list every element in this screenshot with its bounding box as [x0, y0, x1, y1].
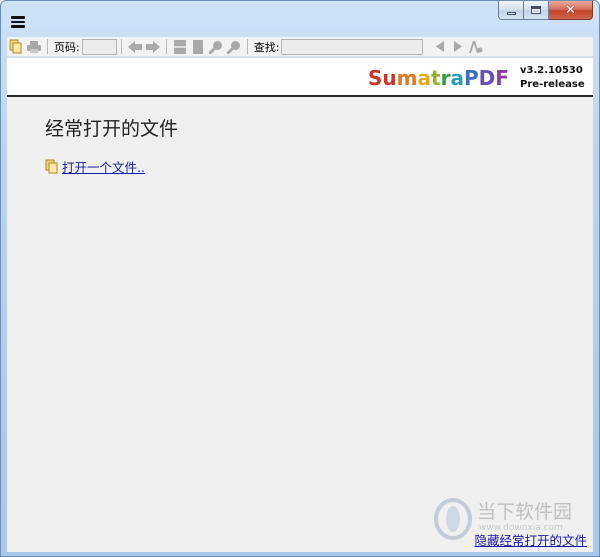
open-folder-icon: [9, 39, 22, 54]
arrow-right-icon: [145, 40, 160, 53]
match-case-icon: [469, 40, 483, 53]
maximize-icon: [531, 6, 541, 14]
start-page: SumatraPDF v3.2.10530 Pre-release 经常打开的文…: [7, 58, 593, 552]
logo-letter: u: [382, 66, 397, 90]
title-bar[interactable]: ✕: [1, 1, 599, 31]
close-button[interactable]: ✕: [549, 1, 593, 20]
fit-page-icon: [173, 39, 186, 54]
watermark-url: www.downxia.com: [479, 523, 563, 533]
page-label: 页码:: [54, 40, 80, 54]
find-previous-button[interactable]: [431, 38, 449, 56]
fit-page-button[interactable]: [171, 38, 189, 56]
window-controls: ✕: [498, 1, 593, 20]
zoom-out-icon: [208, 40, 222, 54]
hamburger-menu-icon[interactable]: [11, 16, 25, 28]
logo-letter: t: [431, 66, 441, 90]
version-number: v3.2.10530: [520, 65, 583, 76]
toolbar-separator: [47, 39, 48, 54]
print-button[interactable]: [25, 38, 43, 56]
version-info: v3.2.10530 Pre-release: [520, 64, 585, 92]
previous-page-button[interactable]: [126, 38, 144, 56]
sumatrapdf-logo: SumatraPDF: [368, 66, 509, 90]
arrow-left-icon: [127, 40, 142, 53]
open-file-link[interactable]: 打开一个文件..: [45, 157, 145, 176]
logo-letter: D: [478, 66, 496, 90]
logo-letter: P: [463, 66, 479, 90]
open-document-icon: [45, 159, 58, 174]
release-channel: Pre-release: [520, 79, 585, 90]
toolbar-separator: [120, 39, 122, 54]
app-window: ✕ 页码: 查找: SumatraPDF v3.2.10530 Pre-rele…: [0, 0, 600, 557]
toolbar-separator: [165, 39, 167, 54]
minimize-button[interactable]: [498, 1, 524, 20]
toolbar-separator: [246, 39, 248, 54]
triangle-left-icon: [436, 41, 445, 52]
zoom-in-icon: [226, 40, 240, 54]
match-case-button[interactable]: [467, 38, 485, 56]
find-input[interactable]: [281, 38, 424, 55]
logo-letter: S: [368, 66, 383, 90]
zoom-out-button[interactable]: [207, 38, 225, 56]
zoom-in-button[interactable]: [225, 38, 243, 56]
next-page-button[interactable]: [144, 38, 162, 56]
close-icon: ✕: [565, 2, 576, 18]
watermark: 当下软件园 www.downxia.com: [433, 495, 583, 543]
logo-letter: m: [396, 66, 418, 90]
triangle-right-icon: [454, 41, 463, 52]
fit-width-icon: [192, 39, 203, 54]
page-title: 经常打开的文件: [45, 118, 179, 140]
watermark-text: 当下软件园: [477, 501, 573, 523]
maximize-button[interactable]: [524, 1, 549, 20]
toolbar: 页码: 查找:: [7, 37, 593, 57]
watermark-logo-icon: [434, 498, 472, 540]
logo-letter: F: [495, 66, 509, 90]
open-file-button[interactable]: [7, 38, 25, 56]
printer-icon: [27, 40, 41, 53]
find-next-button[interactable]: [449, 38, 467, 56]
logo-letter: a: [417, 66, 432, 90]
logo-letter: a: [450, 66, 464, 90]
minimize-icon: [506, 11, 516, 15]
page-number-input[interactable]: [81, 38, 117, 55]
open-file-link-text[interactable]: 打开一个文件..: [62, 157, 145, 176]
fit-width-button[interactable]: [189, 38, 207, 56]
header-band: SumatraPDF v3.2.10530 Pre-release: [7, 58, 593, 97]
find-label: 查找:: [253, 40, 280, 54]
logo-letter: r: [440, 66, 451, 90]
